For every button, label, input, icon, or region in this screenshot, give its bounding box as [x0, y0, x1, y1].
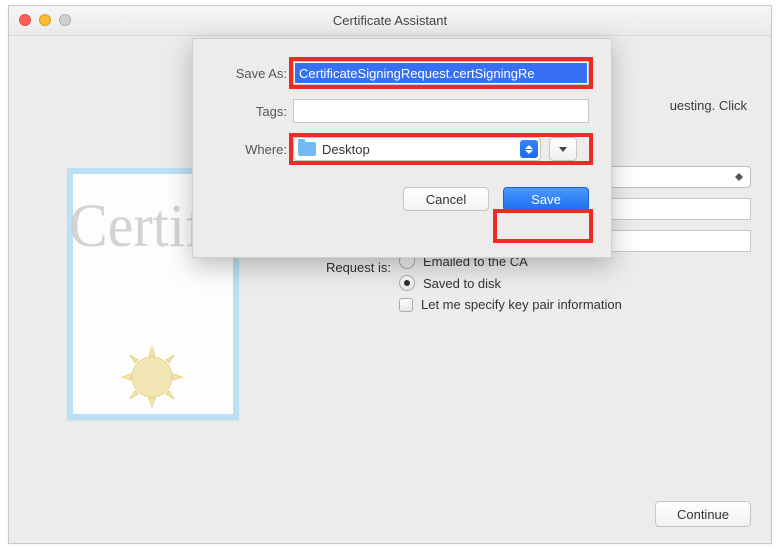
- checkbox-keypair-label: Let me specify key pair information: [421, 297, 622, 312]
- traffic-lights: [19, 14, 71, 26]
- saveas-input[interactable]: CertificateSigningRequest.certSigningRe: [293, 61, 589, 85]
- chevron-updown-icon: [520, 140, 538, 158]
- where-value: Desktop: [322, 142, 370, 157]
- save-button-label: Save: [531, 192, 561, 207]
- continue-button[interactable]: Continue: [655, 501, 751, 527]
- saveas-label: Save As:: [215, 66, 287, 81]
- radio-saved-to-disk[interactable]: [399, 275, 415, 291]
- zoom-icon: [59, 14, 71, 26]
- seal-icon: [117, 342, 187, 412]
- close-icon[interactable]: [19, 14, 31, 26]
- chevron-down-icon: [559, 147, 567, 152]
- where-select[interactable]: Desktop: [293, 137, 541, 161]
- continue-button-label: Continue: [677, 507, 729, 522]
- window-title: Certificate Assistant: [333, 13, 447, 28]
- tags-input[interactable]: [293, 99, 589, 123]
- request-is-label: Request is:: [249, 260, 391, 275]
- saveas-value: CertificateSigningRequest.certSigningRe: [295, 63, 587, 83]
- checkbox-keypair[interactable]: [399, 298, 413, 312]
- highlight-save: [493, 209, 593, 243]
- where-label: Where:: [215, 142, 287, 157]
- window: Certificate Assistant uesting. Click Cer…: [8, 5, 772, 544]
- minimize-icon[interactable]: [39, 14, 51, 26]
- instruction-text-fragment: uesting. Click: [670, 98, 747, 113]
- radio-savedisk-label: Saved to disk: [423, 276, 501, 291]
- folder-icon: [298, 142, 316, 156]
- titlebar: Certificate Assistant: [9, 6, 771, 36]
- save-button[interactable]: Save: [503, 187, 589, 211]
- chevron-updown-icon: [732, 170, 746, 184]
- save-sheet: Save As: CertificateSigningRequest.certS…: [192, 38, 612, 258]
- content: uesting. Click Certif: [9, 36, 771, 543]
- cancel-button[interactable]: Cancel: [403, 187, 489, 211]
- expand-button[interactable]: [549, 137, 577, 161]
- cancel-button-label: Cancel: [426, 192, 466, 207]
- tags-label: Tags:: [215, 104, 287, 119]
